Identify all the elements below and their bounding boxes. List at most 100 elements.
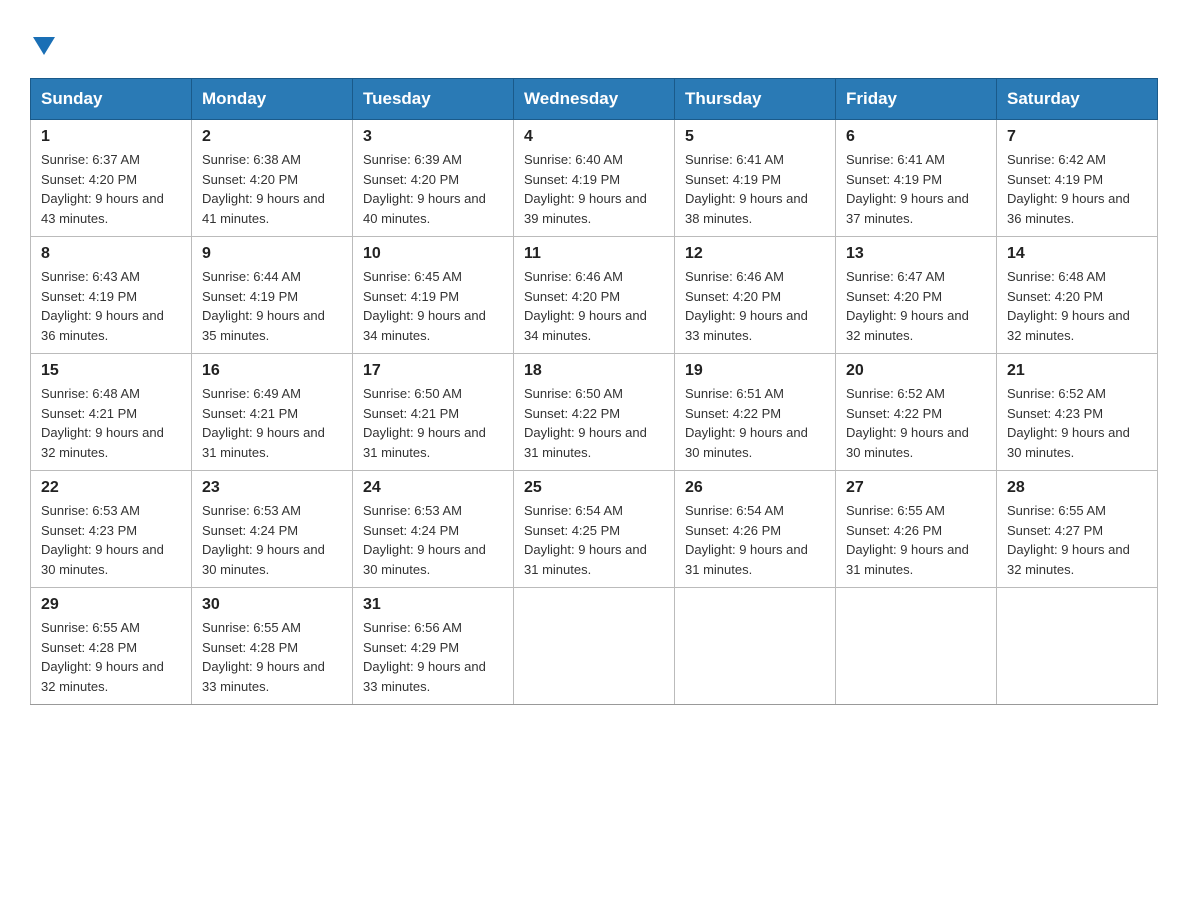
column-header-saturday: Saturday: [997, 79, 1158, 120]
logo-line1: [30, 30, 55, 62]
calendar-day-cell: 20 Sunrise: 6:52 AMSunset: 4:22 PMDaylig…: [836, 354, 997, 471]
day-number: 1: [41, 128, 181, 146]
day-info: Sunrise: 6:47 AMSunset: 4:20 PMDaylight:…: [846, 269, 969, 343]
calendar-day-cell: 16 Sunrise: 6:49 AMSunset: 4:21 PMDaylig…: [192, 354, 353, 471]
day-info: Sunrise: 6:39 AMSunset: 4:20 PMDaylight:…: [363, 152, 486, 226]
day-info: Sunrise: 6:44 AMSunset: 4:19 PMDaylight:…: [202, 269, 325, 343]
day-number: 26: [685, 479, 825, 497]
day-info: Sunrise: 6:46 AMSunset: 4:20 PMDaylight:…: [524, 269, 647, 343]
day-number: 3: [363, 128, 503, 146]
day-number: 14: [1007, 245, 1147, 263]
day-number: 20: [846, 362, 986, 380]
day-number: 19: [685, 362, 825, 380]
calendar-day-cell: 18 Sunrise: 6:50 AMSunset: 4:22 PMDaylig…: [514, 354, 675, 471]
calendar-day-cell: [836, 588, 997, 705]
day-info: Sunrise: 6:48 AMSunset: 4:20 PMDaylight:…: [1007, 269, 1130, 343]
day-number: 29: [41, 596, 181, 614]
calendar-day-cell: 7 Sunrise: 6:42 AMSunset: 4:19 PMDayligh…: [997, 120, 1158, 237]
day-info: Sunrise: 6:43 AMSunset: 4:19 PMDaylight:…: [41, 269, 164, 343]
calendar-day-cell: 21 Sunrise: 6:52 AMSunset: 4:23 PMDaylig…: [997, 354, 1158, 471]
day-number: 7: [1007, 128, 1147, 146]
day-info: Sunrise: 6:46 AMSunset: 4:20 PMDaylight:…: [685, 269, 808, 343]
day-number: 5: [685, 128, 825, 146]
calendar-day-cell: 9 Sunrise: 6:44 AMSunset: 4:19 PMDayligh…: [192, 237, 353, 354]
calendar-day-cell: 6 Sunrise: 6:41 AMSunset: 4:19 PMDayligh…: [836, 120, 997, 237]
day-info: Sunrise: 6:54 AMSunset: 4:26 PMDaylight:…: [685, 503, 808, 577]
calendar-week-row: 8 Sunrise: 6:43 AMSunset: 4:19 PMDayligh…: [31, 237, 1158, 354]
calendar-day-cell: 22 Sunrise: 6:53 AMSunset: 4:23 PMDaylig…: [31, 471, 192, 588]
day-info: Sunrise: 6:51 AMSunset: 4:22 PMDaylight:…: [685, 386, 808, 460]
calendar-week-row: 29 Sunrise: 6:55 AMSunset: 4:28 PMDaylig…: [31, 588, 1158, 705]
calendar-day-cell: 27 Sunrise: 6:55 AMSunset: 4:26 PMDaylig…: [836, 471, 997, 588]
calendar-day-cell: 3 Sunrise: 6:39 AMSunset: 4:20 PMDayligh…: [353, 120, 514, 237]
column-header-wednesday: Wednesday: [514, 79, 675, 120]
calendar-day-cell: 5 Sunrise: 6:41 AMSunset: 4:19 PMDayligh…: [675, 120, 836, 237]
day-info: Sunrise: 6:55 AMSunset: 4:26 PMDaylight:…: [846, 503, 969, 577]
day-info: Sunrise: 6:55 AMSunset: 4:28 PMDaylight:…: [202, 620, 325, 694]
day-info: Sunrise: 6:53 AMSunset: 4:23 PMDaylight:…: [41, 503, 164, 577]
calendar-day-cell: 14 Sunrise: 6:48 AMSunset: 4:20 PMDaylig…: [997, 237, 1158, 354]
day-number: 22: [41, 479, 181, 497]
logo-arrow-icon: [33, 30, 55, 62]
calendar-day-cell: 31 Sunrise: 6:56 AMSunset: 4:29 PMDaylig…: [353, 588, 514, 705]
day-info: Sunrise: 6:40 AMSunset: 4:19 PMDaylight:…: [524, 152, 647, 226]
calendar-day-cell: 28 Sunrise: 6:55 AMSunset: 4:27 PMDaylig…: [997, 471, 1158, 588]
calendar-day-cell: 13 Sunrise: 6:47 AMSunset: 4:20 PMDaylig…: [836, 237, 997, 354]
calendar-day-cell: 10 Sunrise: 6:45 AMSunset: 4:19 PMDaylig…: [353, 237, 514, 354]
day-number: 31: [363, 596, 503, 614]
day-info: Sunrise: 6:37 AMSunset: 4:20 PMDaylight:…: [41, 152, 164, 226]
column-header-tuesday: Tuesday: [353, 79, 514, 120]
day-number: 13: [846, 245, 986, 263]
day-info: Sunrise: 6:55 AMSunset: 4:27 PMDaylight:…: [1007, 503, 1130, 577]
calendar-day-cell: 24 Sunrise: 6:53 AMSunset: 4:24 PMDaylig…: [353, 471, 514, 588]
day-number: 4: [524, 128, 664, 146]
day-number: 15: [41, 362, 181, 380]
day-info: Sunrise: 6:42 AMSunset: 4:19 PMDaylight:…: [1007, 152, 1130, 226]
calendar-week-row: 1 Sunrise: 6:37 AMSunset: 4:20 PMDayligh…: [31, 120, 1158, 237]
day-info: Sunrise: 6:56 AMSunset: 4:29 PMDaylight:…: [363, 620, 486, 694]
calendar-day-cell: [514, 588, 675, 705]
day-number: 6: [846, 128, 986, 146]
day-info: Sunrise: 6:55 AMSunset: 4:28 PMDaylight:…: [41, 620, 164, 694]
calendar-day-cell: 25 Sunrise: 6:54 AMSunset: 4:25 PMDaylig…: [514, 471, 675, 588]
day-number: 11: [524, 245, 664, 263]
calendar-day-cell: 15 Sunrise: 6:48 AMSunset: 4:21 PMDaylig…: [31, 354, 192, 471]
day-number: 23: [202, 479, 342, 497]
day-info: Sunrise: 6:38 AMSunset: 4:20 PMDaylight:…: [202, 152, 325, 226]
calendar-day-cell: 2 Sunrise: 6:38 AMSunset: 4:20 PMDayligh…: [192, 120, 353, 237]
calendar-day-cell: 11 Sunrise: 6:46 AMSunset: 4:20 PMDaylig…: [514, 237, 675, 354]
day-info: Sunrise: 6:45 AMSunset: 4:19 PMDaylight:…: [363, 269, 486, 343]
day-info: Sunrise: 6:52 AMSunset: 4:22 PMDaylight:…: [846, 386, 969, 460]
day-number: 12: [685, 245, 825, 263]
logo: [30, 30, 55, 58]
calendar-week-row: 15 Sunrise: 6:48 AMSunset: 4:21 PMDaylig…: [31, 354, 1158, 471]
calendar-day-cell: 1 Sunrise: 6:37 AMSunset: 4:20 PMDayligh…: [31, 120, 192, 237]
page-header: [30, 30, 1158, 58]
calendar-day-cell: 8 Sunrise: 6:43 AMSunset: 4:19 PMDayligh…: [31, 237, 192, 354]
calendar-day-cell: 4 Sunrise: 6:40 AMSunset: 4:19 PMDayligh…: [514, 120, 675, 237]
day-info: Sunrise: 6:53 AMSunset: 4:24 PMDaylight:…: [202, 503, 325, 577]
day-number: 18: [524, 362, 664, 380]
column-header-monday: Monday: [192, 79, 353, 120]
day-number: 21: [1007, 362, 1147, 380]
column-header-thursday: Thursday: [675, 79, 836, 120]
calendar-day-cell: 17 Sunrise: 6:50 AMSunset: 4:21 PMDaylig…: [353, 354, 514, 471]
column-header-friday: Friday: [836, 79, 997, 120]
calendar-week-row: 22 Sunrise: 6:53 AMSunset: 4:23 PMDaylig…: [31, 471, 1158, 588]
day-info: Sunrise: 6:49 AMSunset: 4:21 PMDaylight:…: [202, 386, 325, 460]
calendar-day-cell: 30 Sunrise: 6:55 AMSunset: 4:28 PMDaylig…: [192, 588, 353, 705]
day-number: 24: [363, 479, 503, 497]
calendar-table: SundayMondayTuesdayWednesdayThursdayFrid…: [30, 78, 1158, 705]
day-number: 9: [202, 245, 342, 263]
day-number: 30: [202, 596, 342, 614]
day-number: 25: [524, 479, 664, 497]
calendar-day-cell: 23 Sunrise: 6:53 AMSunset: 4:24 PMDaylig…: [192, 471, 353, 588]
day-number: 10: [363, 245, 503, 263]
day-info: Sunrise: 6:41 AMSunset: 4:19 PMDaylight:…: [685, 152, 808, 226]
day-number: 8: [41, 245, 181, 263]
day-info: Sunrise: 6:50 AMSunset: 4:22 PMDaylight:…: [524, 386, 647, 460]
day-number: 2: [202, 128, 342, 146]
day-number: 27: [846, 479, 986, 497]
day-info: Sunrise: 6:48 AMSunset: 4:21 PMDaylight:…: [41, 386, 164, 460]
calendar-day-cell: 19 Sunrise: 6:51 AMSunset: 4:22 PMDaylig…: [675, 354, 836, 471]
